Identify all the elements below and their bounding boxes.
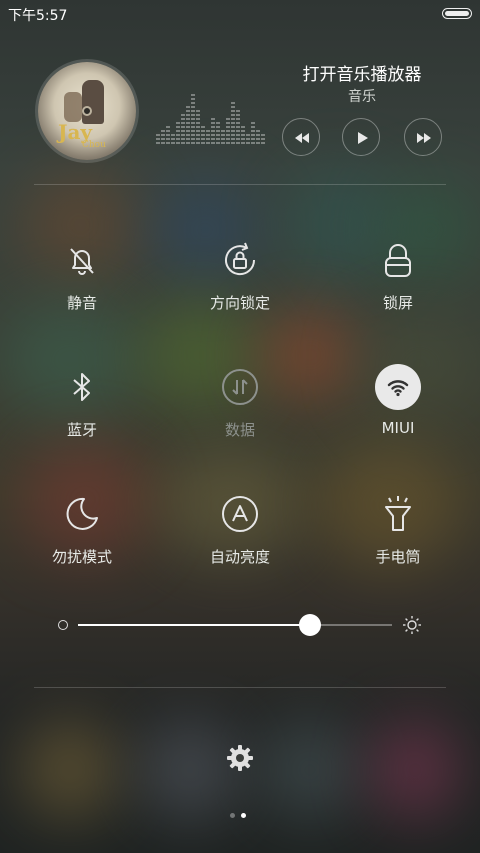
- equalizer-bar: [191, 92, 195, 144]
- tile-mobile-data[interactable]: 数据: [180, 367, 300, 467]
- equalizer-bar: [251, 122, 255, 144]
- equalizer-bar: [221, 130, 225, 144]
- wifi-icon: [387, 380, 409, 397]
- equalizer-bar: [181, 114, 185, 144]
- equalizer-bar: [236, 108, 240, 144]
- tile-do-not-disturb[interactable]: 勿扰模式: [22, 494, 142, 594]
- divider-bottom: [34, 687, 446, 688]
- equalizer-bar: [196, 110, 200, 144]
- lock-icon: [385, 244, 411, 277]
- equalizer-bar: [176, 120, 180, 144]
- next-button[interactable]: [404, 118, 442, 156]
- tile-label: 数据: [224, 421, 255, 439]
- brightness-low-icon: [58, 620, 68, 630]
- equalizer-bar: [211, 116, 215, 144]
- tile-lock-screen[interactable]: 锁屏: [338, 240, 458, 340]
- equalizer-visualizer: [156, 78, 265, 144]
- status-time: 下午5:57: [8, 8, 68, 24]
- bell-off-icon: [70, 248, 94, 275]
- tile-label: 锁屏: [382, 294, 413, 312]
- flashlight-icon: [385, 496, 411, 531]
- mobile-data-icon: [222, 369, 258, 405]
- equalizer-bar: [156, 134, 160, 144]
- equalizer-bar: [241, 126, 245, 144]
- tile-wifi[interactable]: MIUI: [338, 364, 458, 467]
- tile-mute[interactable]: 静音: [22, 240, 142, 340]
- page-dot-active: [241, 813, 246, 818]
- auto-brightness-icon: [222, 496, 258, 532]
- tile-rotation-lock[interactable]: 方向锁定: [180, 240, 300, 340]
- brightness-handle[interactable]: [299, 614, 322, 636]
- tile-label: 勿扰模式: [51, 548, 112, 566]
- tile-label: 自动亮度: [209, 548, 270, 566]
- brightness-high-icon: [403, 616, 421, 634]
- previous-icon: [295, 133, 309, 143]
- divider-top: [34, 184, 446, 185]
- equalizer-bar: [231, 100, 235, 144]
- rotation-lock-icon: [225, 242, 256, 276]
- equalizer-bar: [171, 132, 175, 144]
- brightness-slider[interactable]: [56, 612, 428, 638]
- moon-icon: [66, 497, 98, 530]
- page-indicator: [230, 813, 250, 819]
- equalizer-bar: [246, 132, 250, 144]
- music-subtitle: 音乐: [348, 89, 376, 105]
- equalizer-bar: [261, 134, 265, 144]
- bluetooth-icon: [73, 373, 90, 401]
- tile-label: MIUI: [381, 419, 415, 437]
- tile-flashlight[interactable]: 手电筒: [338, 494, 458, 594]
- album-art[interactable]: Jay Chou: [38, 62, 136, 160]
- equalizer-bar: [186, 104, 190, 144]
- status-bar: 下午5:57: [0, 0, 480, 28]
- equalizer-bar: [201, 124, 205, 144]
- battery-icon: [442, 8, 472, 19]
- brightness-fill: [78, 624, 311, 626]
- previous-button[interactable]: [282, 118, 320, 156]
- equalizer-bar: [206, 128, 210, 144]
- page-dot: [230, 813, 235, 818]
- equalizer-bar: [166, 126, 170, 144]
- tile-bluetooth[interactable]: 蓝牙: [22, 367, 142, 467]
- play-icon: [358, 132, 368, 144]
- next-icon: [417, 133, 431, 143]
- tile-label: 静音: [66, 294, 97, 312]
- equalizer-bar: [256, 128, 260, 144]
- tile-label: 手电筒: [375, 548, 421, 566]
- equalizer-bar: [161, 130, 165, 144]
- album-logo-subtext: Chou: [82, 140, 106, 150]
- equalizer-bar: [216, 122, 220, 144]
- tile-label: 方向锁定: [209, 294, 270, 312]
- tile-label: 蓝牙: [66, 421, 97, 439]
- play-button[interactable]: [342, 118, 380, 156]
- tile-auto-brightness[interactable]: 自动亮度: [180, 494, 300, 594]
- music-title[interactable]: 打开音乐播放器: [286, 60, 438, 85]
- equalizer-bar: [226, 118, 230, 144]
- gear-icon[interactable]: [224, 742, 256, 774]
